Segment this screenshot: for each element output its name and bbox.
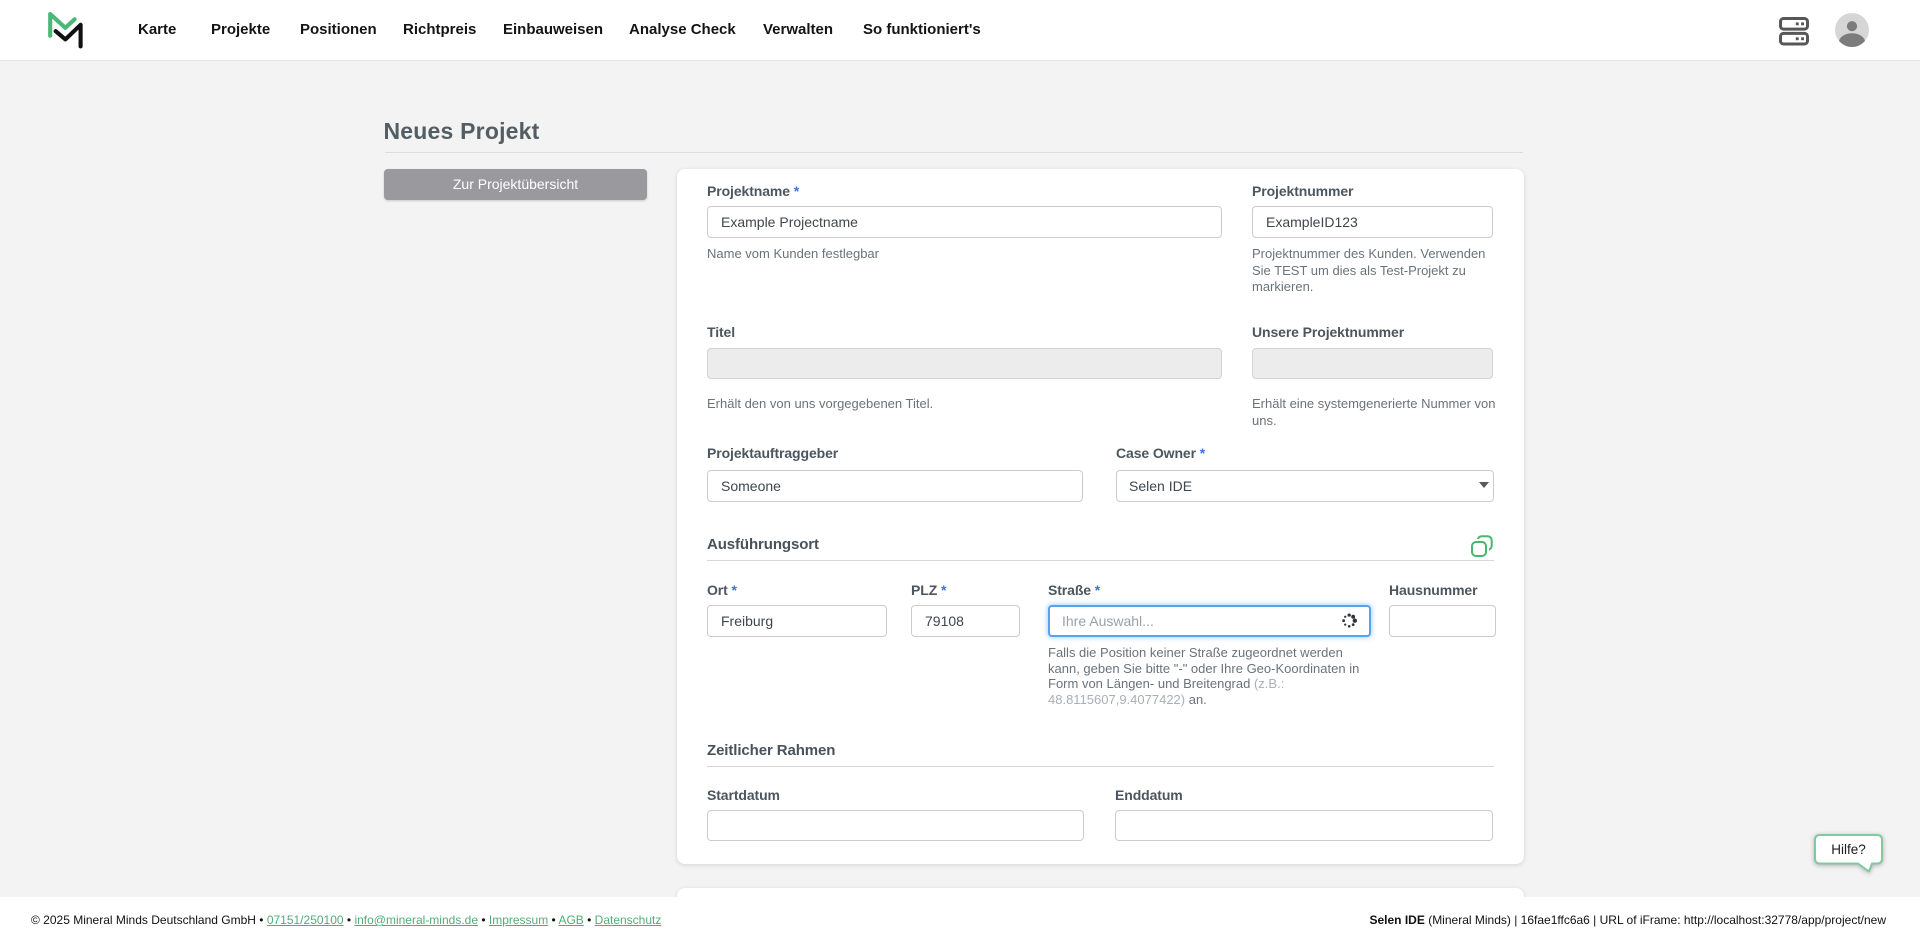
svg-text:Hilfe?: Hilfe? [1831,842,1866,857]
